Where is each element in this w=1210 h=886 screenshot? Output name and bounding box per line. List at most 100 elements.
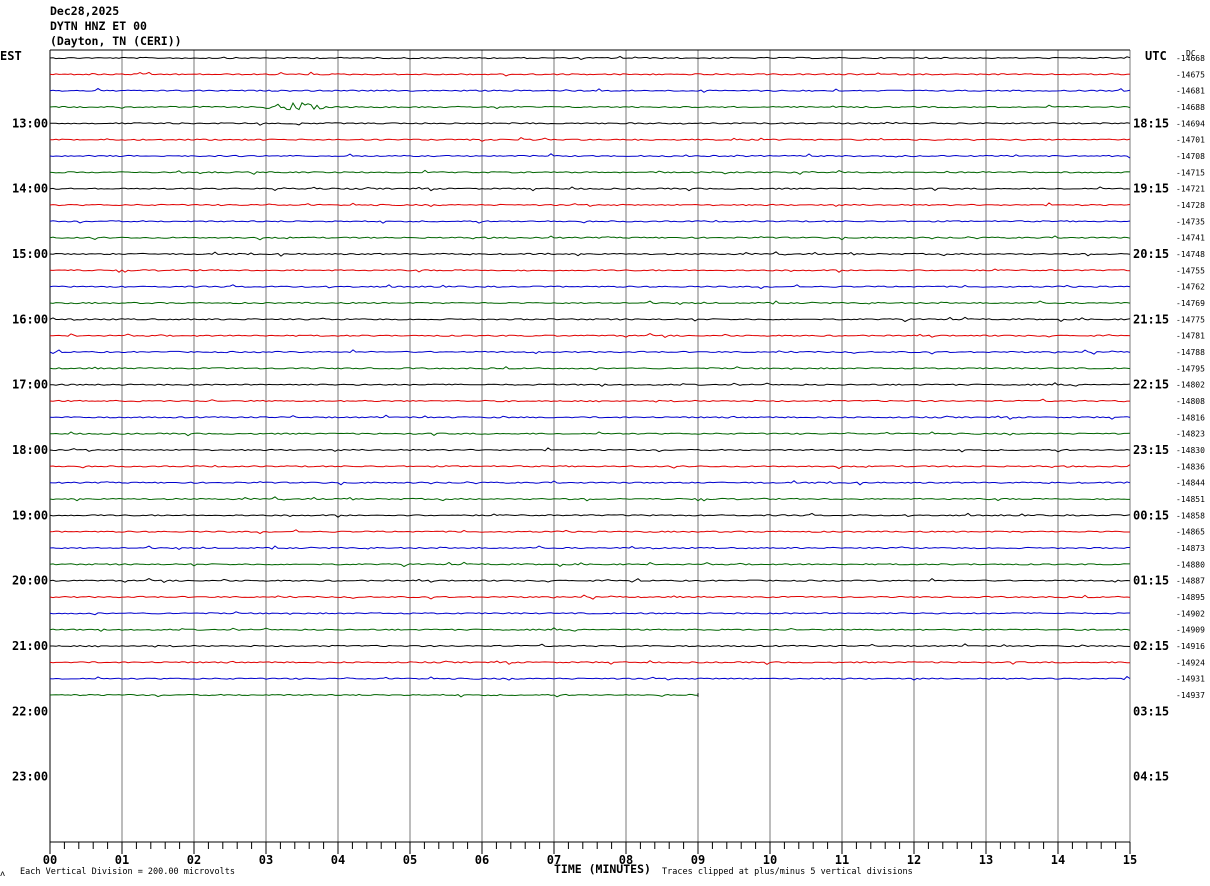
dc-offset-label: -14851 [1176,495,1205,504]
trace-row-19 [49,366,1131,371]
hour-label-utc: 02:15 [1133,639,1169,653]
dc-offset-label: -14902 [1176,609,1205,618]
x-tick-label: 12 [907,853,921,867]
station-location: (Dayton, TN (CERI)) [50,34,182,48]
trace-row-29 [49,529,1130,535]
trace-row-35 [49,627,1131,632]
x-tick-label: 00 [43,853,57,867]
trace-row-17 [50,333,1131,338]
hour-label-est: 22:00 [12,704,48,718]
dc-offset-label: -14701 [1176,136,1205,145]
hour-label-est: 16:00 [12,312,48,326]
scale-marker-icon: ᴧ [0,869,5,879]
dc-offset-label: -14708 [1176,152,1205,161]
seismic-traces [49,55,1131,698]
trace-row-7 [49,169,1131,175]
hour-label-est: 15:00 [12,247,48,261]
dc-offset-label: -14931 [1176,675,1205,684]
dc-offset-label: -14844 [1176,479,1205,488]
x-tick-label: 14 [1051,853,1065,867]
hour-label-utc: 19:15 [1133,182,1169,196]
hour-label-utc: 04:15 [1133,770,1169,784]
trace-row-13 [49,268,1131,273]
trace-row-11 [49,235,1131,241]
dc-offset-label: -14836 [1176,462,1205,471]
x-tick-label: 10 [763,853,777,867]
hour-label-utc: 21:15 [1133,312,1169,326]
trace-row-25 [49,464,1131,470]
dc-offset-label: -14755 [1176,266,1205,275]
dc-offset-label: -14715 [1176,168,1205,177]
dc-offset-label: -14802 [1176,381,1205,390]
dc-offset-label: -14748 [1176,250,1205,259]
x-tick-label: 15 [1123,853,1137,867]
dc-offset-label: -14795 [1176,364,1205,373]
minute-gridlines [49,49,1131,842]
dc-offset-label: -14830 [1176,446,1205,455]
trace-row-24 [49,447,1131,453]
trace-row-30 [49,545,1130,550]
dc-offset-label: -14741 [1176,234,1205,243]
trace-row-6 [49,153,1131,159]
x-tick-label: 11 [835,853,849,867]
x-tick-label: 09 [691,853,705,867]
trace-row-27 [49,496,1130,502]
clip-note: Traces clipped at plus/minus 5 vertical … [662,867,913,877]
trace-row-28 [49,512,1131,518]
trace-row-9 [49,202,1131,207]
dc-offset-label: -14858 [1176,511,1205,520]
trace-row-14 [49,284,1131,290]
trace-row-38 [49,675,1131,681]
dc-offset-label: -14681 [1176,87,1205,96]
dc-offset-label: -14924 [1176,658,1205,667]
trace-row-12 [49,251,1131,257]
trace-row-36 [50,643,1131,648]
trace-row-23 [50,431,1131,437]
hour-label-utc: 00:15 [1133,508,1169,522]
dc-offset-label: -14887 [1176,577,1205,586]
trace-row-16 [49,316,1131,323]
trace-row-15 [49,300,1131,305]
dc-offset-label: -14865 [1176,528,1205,537]
hour-label-utc: 18:15 [1133,116,1169,130]
dc-offset-label: -14728 [1176,201,1205,210]
trace-row-2 [49,87,1131,93]
trace-row-10 [49,219,1131,224]
dc-offset-label: -14823 [1176,430,1205,439]
x-tick-label: 13 [979,853,993,867]
station-code: DYTN HNZ ET 00 [50,19,147,33]
helicorder-chart: Dec28,2025 DYTN HNZ ET 00 (Dayton, TN (C… [0,4,1205,879]
x-tick-label: 06 [475,853,489,867]
trace-row-8 [49,186,1131,192]
trace-row-18 [49,349,1131,355]
trace-row-21 [49,398,1130,403]
dc-offset-label: -14873 [1176,544,1205,553]
hour-label-est: 20:00 [12,574,48,588]
x-tick-label: 04 [331,853,345,867]
hour-label-utc: 23:15 [1133,443,1169,457]
dc-offset-label: -14775 [1176,315,1205,324]
trace-row-37 [49,660,1130,666]
hour-label-est: 17:00 [12,378,48,392]
dc-offset-label: -14788 [1176,348,1205,357]
x-tick-label: 01 [115,853,129,867]
trace-row-34 [49,611,1130,616]
dc-offset-label: -14880 [1176,560,1205,569]
dc-offset-label: -14769 [1176,299,1205,308]
dc-offset-label: -14762 [1176,283,1205,292]
dc-offset-label: -14721 [1176,185,1205,194]
dc-offset-label: -14916 [1176,642,1205,651]
hour-label-est: 19:00 [12,508,48,522]
vertical-scale-note: Each Vertical Division = 200.00 microvol… [20,867,235,877]
trace-row-32 [49,577,1131,583]
dc-offset-label: -14937 [1176,691,1205,700]
dc-offset-label: -14688 [1176,103,1205,112]
right-timezone-label: UTC [1145,49,1167,63]
hour-label-utc: 20:15 [1133,247,1169,261]
hour-label-est: 23:00 [12,770,48,784]
x-tick-label: 05 [403,853,417,867]
dc-offset-label: -14675 [1176,70,1205,79]
dc-offset-label: -14909 [1176,626,1205,635]
record-date: Dec28,2025 [50,4,119,18]
trace-row-26 [49,480,1131,486]
